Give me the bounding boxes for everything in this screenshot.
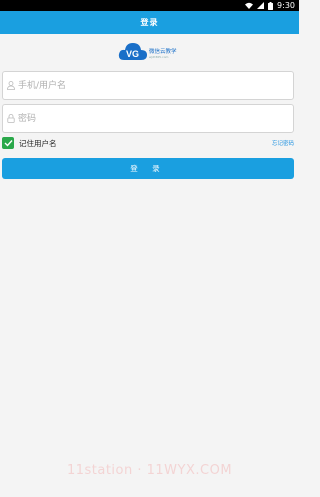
app-header: 登录: [0, 11, 299, 34]
remember-row: 记住用户名 忘记密码: [2, 136, 294, 150]
user-icon: [7, 81, 15, 90]
remember-label[interactable]: 记住用户名: [19, 138, 57, 149]
app-logo: VG 微信云教学 wjdt365.com: [118, 40, 180, 64]
username-field[interactable]: [2, 71, 294, 100]
battery-icon: [268, 1, 274, 10]
checkmark-icon: [4, 140, 13, 147]
logo-name: 微信云教学: [149, 49, 177, 55]
svg-text:VG: VG: [126, 49, 139, 59]
username-input[interactable]: [18, 75, 278, 96]
status-bar: 9:30: [0, 0, 299, 11]
watermark: 11station · 11WYX.COM: [66, 463, 233, 478]
remember-checkbox[interactable]: [2, 137, 14, 149]
header-title: 登录: [140, 18, 159, 27]
cell-signal-icon: [257, 2, 265, 9]
lock-icon: [7, 114, 15, 123]
status-time: 9:30: [277, 1, 295, 10]
forgot-password-link[interactable]: 忘记密码: [272, 139, 294, 147]
password-input[interactable]: [18, 108, 278, 129]
logo-subtitle: wjdt365.com: [149, 55, 169, 59]
password-field[interactable]: [2, 104, 294, 133]
login-button[interactable]: 登 录: [2, 158, 294, 179]
wifi-icon: [245, 2, 254, 9]
cloud-logo-icon: VG: [118, 43, 147, 60]
